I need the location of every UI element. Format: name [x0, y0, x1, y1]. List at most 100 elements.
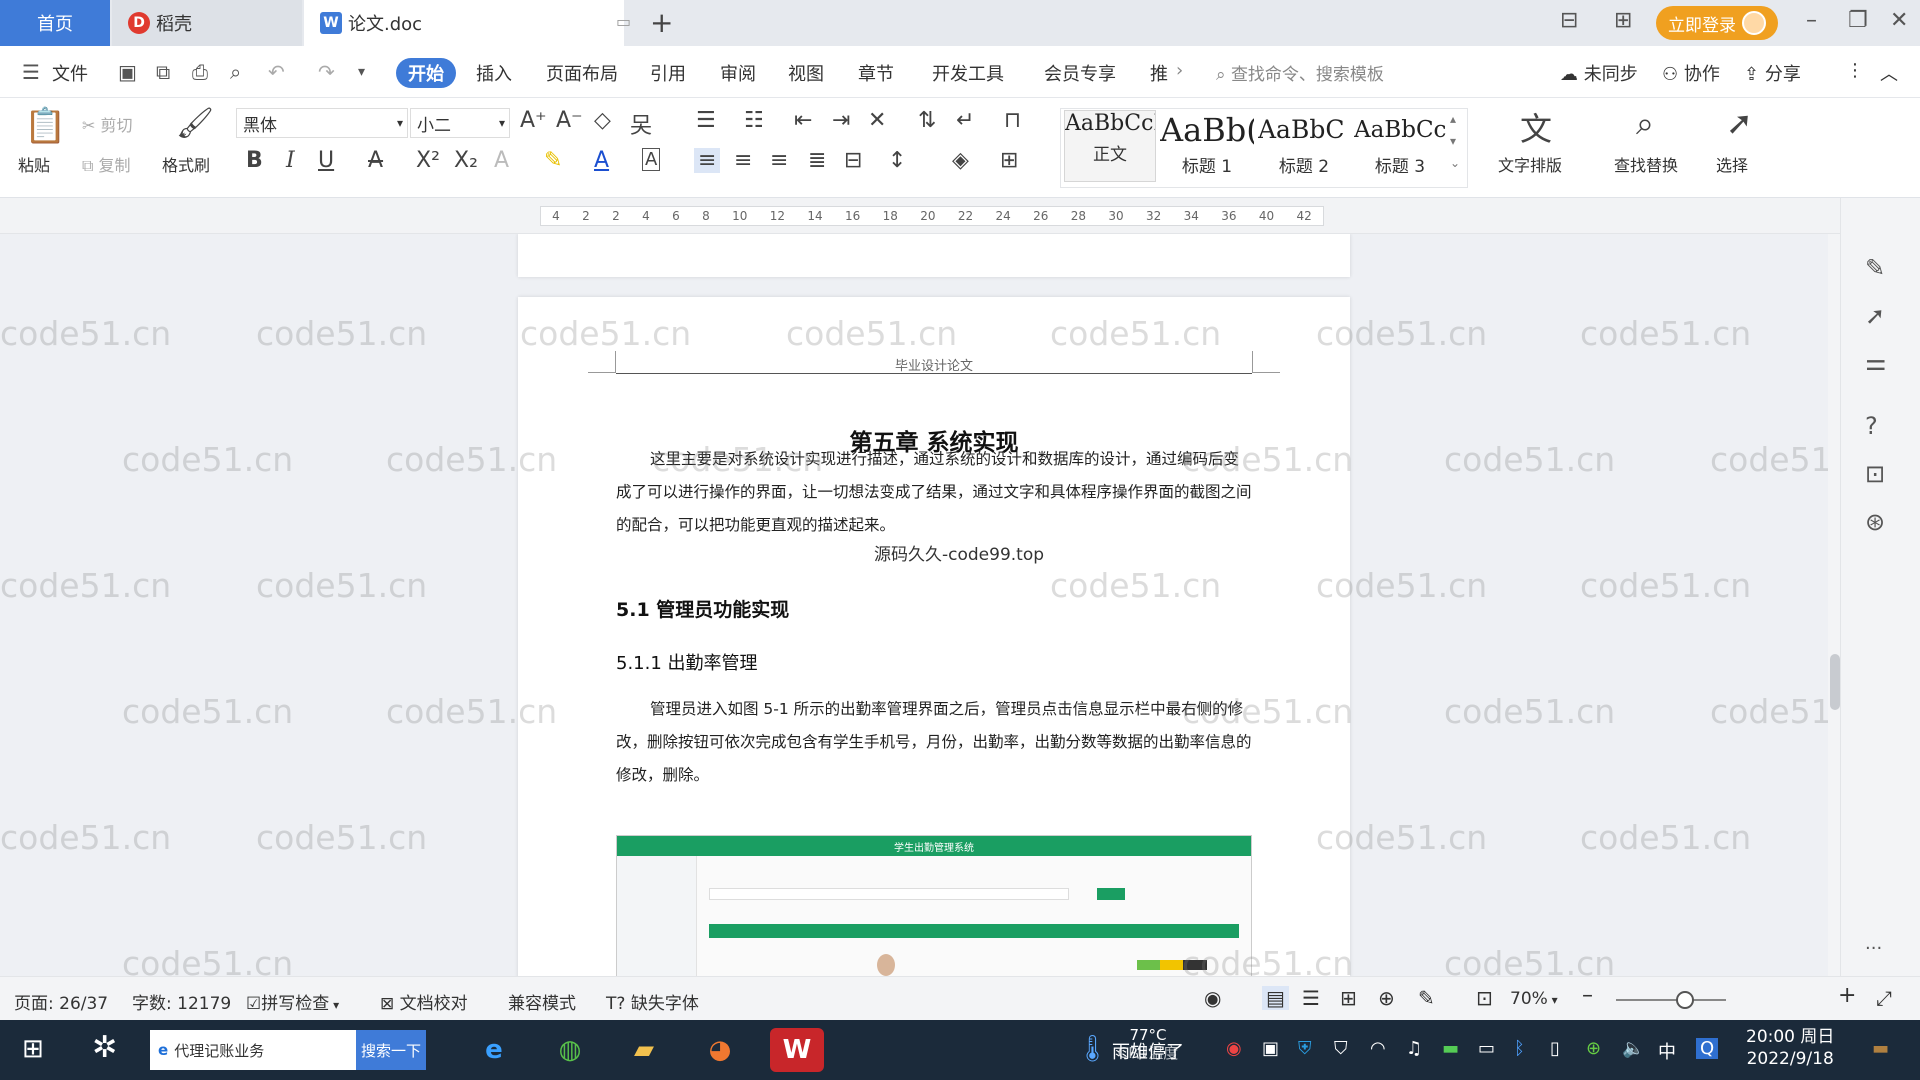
align-left-icon[interactable]: ≡ — [694, 148, 721, 173]
sliders-icon[interactable]: ⚌ — [1865, 348, 1887, 376]
layout-icon[interactable]: ⊟ — [1560, 8, 1578, 33]
chevron-down-icon[interactable]: ▾ — [358, 64, 365, 80]
missing-font-button[interactable]: T? 缺失字体 — [606, 989, 699, 1014]
align-right-icon[interactable]: ≡ — [770, 148, 788, 173]
format-painter-button[interactable]: 格式刷 — [162, 152, 210, 176]
thermometer-icon[interactable]: 🌡 — [1076, 1034, 1109, 1064]
bold-icon[interactable]: B — [246, 148, 263, 173]
ie-browser-icon[interactable]: e — [472, 1028, 516, 1072]
compass-icon[interactable]: ⊛ — [1865, 508, 1885, 536]
style-normal[interactable]: AaBbCcI 正文 — [1064, 110, 1156, 182]
hamburger-icon[interactable]: ☰ — [22, 60, 40, 84]
distribute-icon[interactable]: ⊟ — [844, 148, 862, 173]
eye-protect-icon[interactable]: ◉ — [1204, 986, 1221, 1010]
more-vertical-icon[interactable]: ⋮ — [1846, 60, 1864, 81]
tray-plus-icon[interactable]: ⊕ — [1586, 1038, 1601, 1059]
gpu-icon[interactable]: ▬ — [1442, 1038, 1459, 1059]
export-icon[interactable]: ⧉ — [156, 60, 170, 84]
strikethrough-icon[interactable]: A — [368, 148, 383, 173]
write-view-icon[interactable]: ✎ — [1418, 986, 1435, 1010]
wifi-icon[interactable]: ◠ — [1370, 1038, 1386, 1059]
pinwheel-app-icon[interactable]: ✲ — [92, 1030, 117, 1065]
font-name-select[interactable]: 黑体 ▾ — [236, 108, 408, 138]
show-desktop-icon[interactable]: ▬ — [1872, 1038, 1889, 1059]
pen-icon[interactable]: ✎ — [1865, 254, 1885, 282]
sync-status[interactable]: ☁ 未同步 — [1560, 60, 1638, 86]
scrollbar-thumb[interactable] — [1830, 654, 1840, 710]
char-border-icon[interactable]: A — [642, 148, 661, 171]
font-color-icon[interactable]: A — [594, 148, 609, 173]
current-page[interactable]: 毕业设计论文 第五章 系统实现 这里主要是对系统设计实现进行描述，通过系统的设计… — [518, 297, 1350, 976]
usb-icon[interactable]: ▯ — [1550, 1038, 1560, 1059]
minimize-icon[interactable]: – — [1806, 8, 1817, 33]
select-cursor-icon[interactable]: ➚ — [1726, 104, 1753, 142]
paste-icon[interactable]: 📋 — [24, 106, 66, 146]
green-browser-icon[interactable]: ◍ — [548, 1028, 592, 1072]
zoom-slider-track[interactable] — [1616, 999, 1726, 1001]
battery-icon[interactable]: ▭ — [1478, 1038, 1495, 1059]
undo-icon[interactable]: ↶ — [268, 60, 285, 84]
menu-recommend[interactable]: 推 — [1150, 60, 1168, 86]
menu-chapter[interactable]: 章节 — [858, 60, 894, 86]
compat-mode[interactable]: 兼容模式 — [508, 989, 576, 1014]
menu-file[interactable]: 文件 — [52, 60, 88, 86]
menu-start[interactable]: 开始 — [396, 58, 456, 88]
underline-icon[interactable]: U — [318, 148, 334, 173]
taskbar-search-button[interactable]: 搜索一下 — [356, 1030, 426, 1070]
doc-check-button[interactable]: ⊠ 文档校对 — [380, 989, 468, 1014]
align-center-icon[interactable]: ≡ — [734, 148, 752, 173]
font-size-select[interactable]: 小二 ▾ — [410, 108, 510, 138]
format-painter-icon[interactable]: 🖌 — [176, 106, 214, 141]
menu-page-layout[interactable]: 页面布局 — [546, 60, 618, 86]
style-heading-2[interactable]: AaBbC 标题 2 — [1258, 112, 1350, 184]
menu-review[interactable]: 审阅 — [720, 60, 756, 86]
chevron-right-icon[interactable]: › — [1176, 60, 1183, 81]
show-marks-icon[interactable]: ↵ — [956, 108, 974, 133]
zoom-select[interactable]: 70% ▾ — [1510, 989, 1558, 1009]
bluetooth-icon[interactable]: ᛒ — [1514, 1038, 1525, 1059]
word-count[interactable]: 字数: 12179 — [132, 989, 231, 1014]
print-icon[interactable]: ⎙ — [192, 60, 208, 84]
line-spacing-icon[interactable]: ↕ — [888, 148, 906, 173]
find-replace-button[interactable]: 查找替换 — [1614, 152, 1678, 176]
fullscreen-icon[interactable]: ⤢ — [1876, 986, 1892, 1010]
redo-icon[interactable]: ↷ — [318, 60, 335, 84]
weather-widget[interactable]: 77°C 雨雄停了 CPU温度 — [1112, 1026, 1184, 1062]
phonetic-icon[interactable]: 㕦 — [630, 108, 652, 140]
zoom-in-icon[interactable]: + — [1838, 983, 1856, 1008]
embedded-screenshot[interactable]: 学生出勤管理系统 — [616, 835, 1252, 976]
outline-view-icon[interactable]: ☰ — [1302, 986, 1320, 1010]
cut-button[interactable]: ✂ 剪切 — [82, 112, 133, 136]
bullet-list-icon[interactable]: ☰ — [696, 108, 716, 133]
image-icon[interactable]: ⊡ — [1865, 460, 1885, 488]
taskbar-clock[interactable]: 20:00 周日 2022/9/18 — [1746, 1026, 1834, 1070]
tray-app-icon[interactable]: ◉ — [1226, 1038, 1242, 1059]
tab-home[interactable]: 首页 — [0, 0, 110, 46]
collab-button[interactable]: ⚇ 协作 — [1662, 60, 1720, 86]
tray-shield-icon[interactable]: ⛉ — [1334, 1038, 1348, 1059]
collapse-ribbon-icon[interactable]: ︿ — [1880, 60, 1898, 86]
superscript-icon[interactable]: X² — [416, 148, 440, 173]
grow-font-icon[interactable]: A⁺ — [520, 108, 547, 133]
menu-references[interactable]: 引用 — [650, 60, 686, 86]
cursor-icon[interactable]: ➚ — [1865, 302, 1885, 330]
tab-stop-icon[interactable]: ⊓ — [1004, 108, 1021, 133]
spell-check-button[interactable]: ☑拼写检查 ▾ — [246, 989, 339, 1014]
increase-indent-icon[interactable]: ⇥ — [832, 108, 850, 133]
menu-member[interactable]: 会员专享 — [1044, 60, 1116, 86]
tray-security-icon[interactable]: ⛨ — [1298, 1038, 1312, 1059]
volume-icon[interactable]: 🔈 — [1622, 1038, 1644, 1059]
ime-app-icon[interactable]: Q — [1696, 1038, 1719, 1059]
find-replace-icon[interactable]: ⌕ — [1636, 104, 1654, 143]
tab-document[interactable]: W 论文.doc ▭ — [304, 0, 631, 46]
zoom-out-icon[interactable]: – — [1582, 983, 1593, 1008]
styles-scroll-down-icon[interactable]: ▾ — [1450, 134, 1456, 148]
tab-daoke[interactable]: D 稻壳 — [112, 0, 302, 46]
ime-indicator[interactable]: 中 — [1658, 1038, 1676, 1064]
save-icon[interactable]: ▣ — [118, 60, 137, 84]
styles-more-icon[interactable]: ⌄ — [1450, 156, 1460, 170]
borders-icon[interactable]: ⊞ — [1000, 148, 1018, 173]
preview-icon[interactable]: ⌕ — [230, 60, 241, 84]
sort-icon[interactable]: ⇅ — [918, 108, 936, 133]
command-search[interactable]: ⌕ 查找命令、搜索模板 — [1216, 60, 1384, 85]
